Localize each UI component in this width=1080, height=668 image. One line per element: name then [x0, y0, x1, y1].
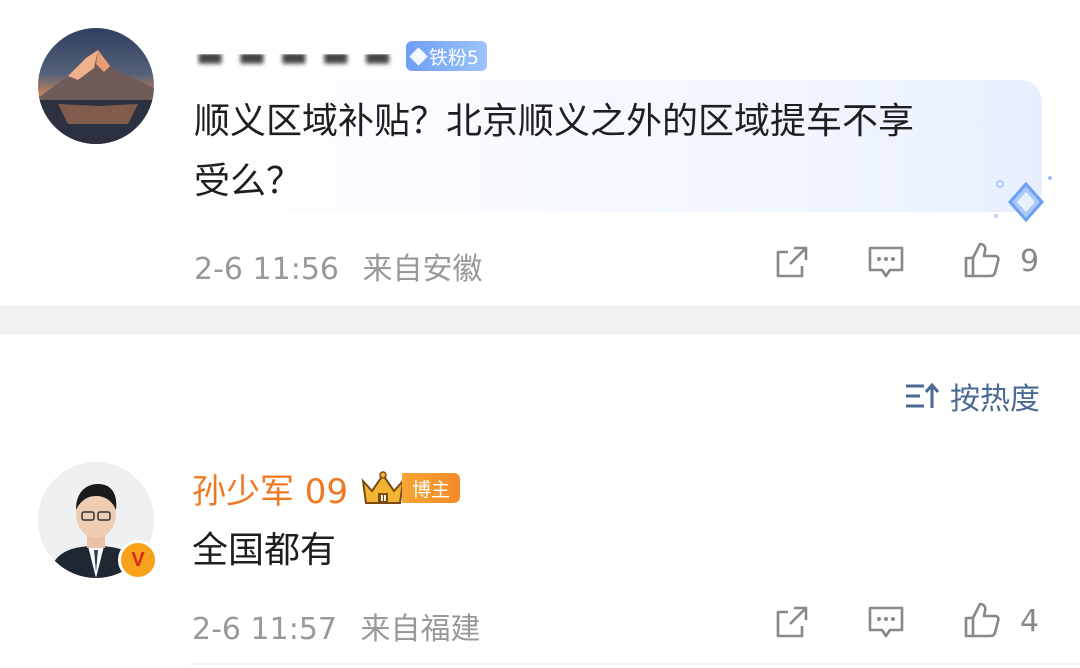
- username[interactable]: ▬ ▬ ▬ ▬ ▬: [196, 54, 394, 73]
- reply-meta: 2-6 11:57 来自福建: [192, 604, 481, 648]
- blogger-username[interactable]: 孙少军 09: [192, 464, 348, 513]
- sort-icon: [906, 382, 940, 408]
- section-divider: [0, 306, 1080, 334]
- sort-by-hot-button[interactable]: 按热度: [904, 374, 1040, 418]
- comment-time: 2-6 11:56: [194, 252, 339, 287]
- comment-text[interactable]: 顺义区域补贴？北京顺义之外的区域提车不享 受么？: [194, 92, 1034, 212]
- diamond-icon: [409, 46, 428, 66]
- blogger-badge: 博主: [402, 473, 461, 503]
- reply-text[interactable]: 全国都有: [192, 526, 336, 576]
- like-count: 9: [1020, 244, 1040, 279]
- fan-badge-label: 铁粉5: [428, 46, 479, 69]
- like-icon[interactable]: [962, 600, 1002, 640]
- comment-1: ▬ ▬ ▬ ▬ ▬ 铁粉5 顺义区域补贴？北京顺义之外的区域提车不享 受么？ 2…: [0, 0, 1080, 306]
- like-icon[interactable]: [962, 240, 1002, 280]
- comment-icon[interactable]: [866, 602, 906, 642]
- reply-time: 2-6 11:57: [192, 612, 337, 647]
- comment-meta: 2-6 11:56 来自安徽: [194, 244, 483, 288]
- fan-level-badge: 铁粉5: [405, 41, 487, 71]
- share-icon[interactable]: [772, 602, 812, 642]
- comment-text-line-2: 受么？: [194, 161, 303, 202]
- verified-badge-icon: V: [118, 540, 158, 580]
- comment-text-line-1: 顺义区域补贴？北京顺义之外的区域提车不享: [194, 101, 915, 142]
- bottom-divider: [190, 663, 1080, 665]
- share-icon[interactable]: [772, 242, 812, 282]
- sort-label: 按热度: [950, 382, 1040, 417]
- comment-location: 来自安徽: [362, 252, 483, 287]
- user-avatar[interactable]: [38, 28, 154, 144]
- reply-location: 来自福建: [360, 612, 481, 647]
- comment-icon[interactable]: [866, 242, 906, 282]
- like-count: 4: [1020, 604, 1040, 639]
- crown-icon: [361, 471, 405, 504]
- sparkle-diamond-icon: [994, 176, 1052, 223]
